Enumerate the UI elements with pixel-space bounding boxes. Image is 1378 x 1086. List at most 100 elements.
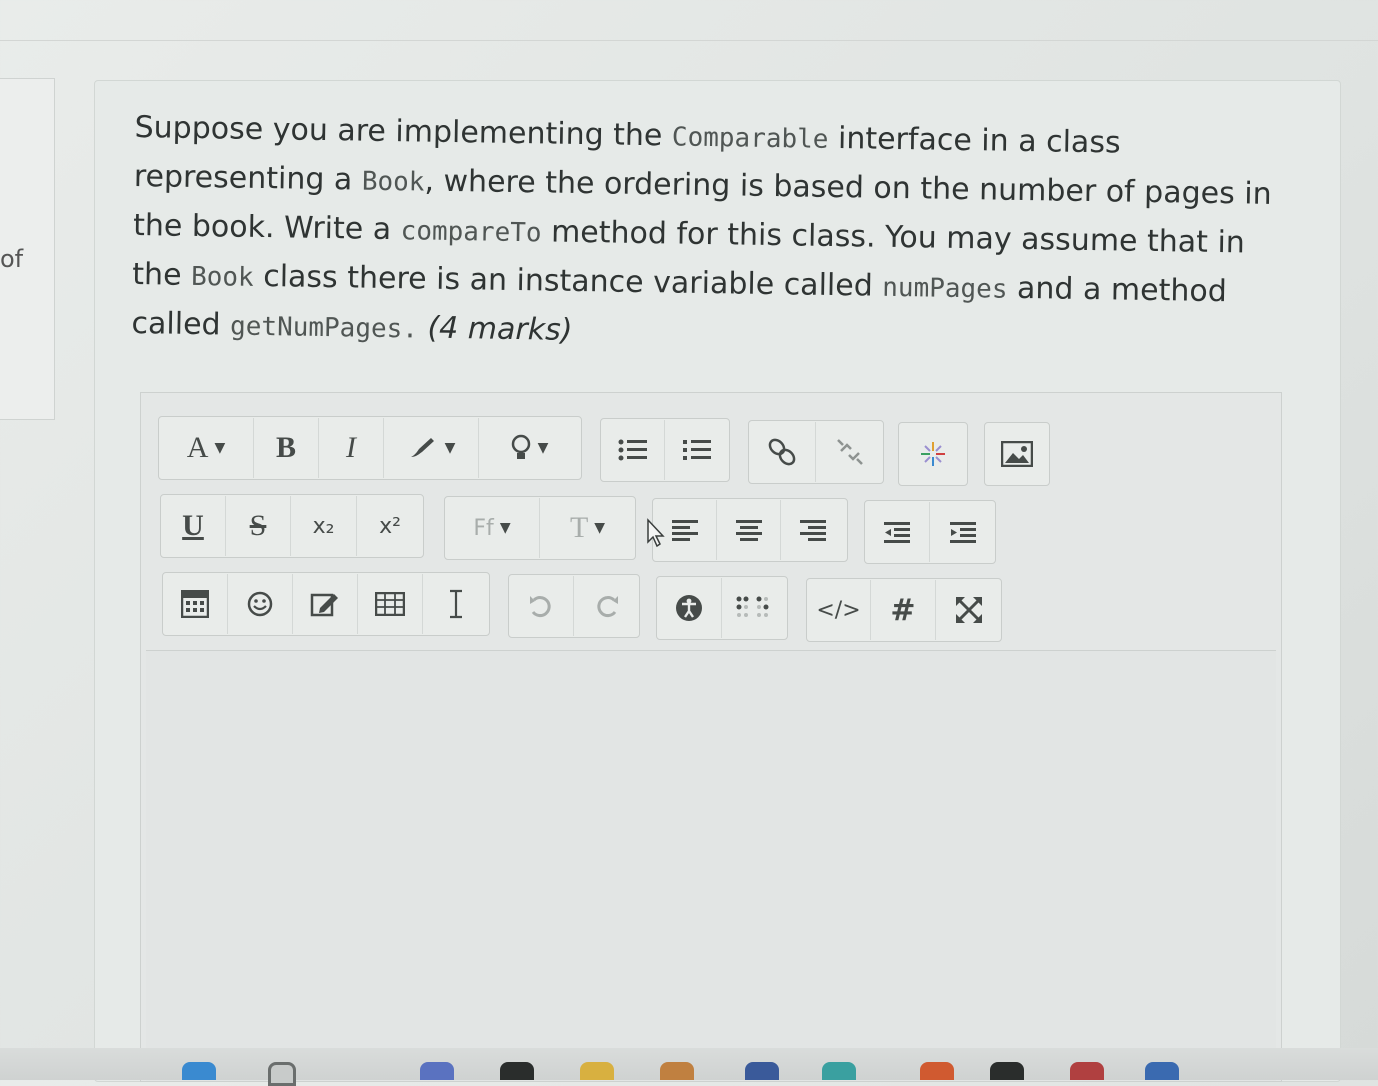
undo-icon	[530, 596, 551, 617]
screenreader-helper-button[interactable]	[722, 578, 787, 638]
accessibility-checker-button[interactable]	[657, 578, 722, 638]
unlink-icon	[836, 439, 863, 465]
taskbar	[0, 1048, 1378, 1086]
q-code-book: Book	[361, 166, 425, 198]
toolbar-group-align	[652, 498, 848, 562]
answer-text-area[interactable]	[146, 650, 1276, 1081]
equation-button[interactable]	[163, 574, 228, 634]
superscript-button[interactable]: x²	[357, 496, 423, 556]
smiley-icon	[247, 591, 273, 617]
taskbar-app-icon[interactable]	[745, 1062, 779, 1080]
html-button[interactable]: </>	[807, 580, 871, 640]
chevron-down-icon: ▼	[214, 440, 226, 456]
align-right-button[interactable]	[781, 500, 845, 560]
q-text-5: class there is an instance variable call…	[253, 258, 883, 304]
font-family-label: Ff	[473, 515, 494, 541]
q-code-book-2: Book	[190, 261, 254, 293]
folder-icon[interactable]	[580, 1062, 614, 1080]
question-text: Suppose you are implementing the Compara…	[131, 104, 1295, 367]
underline-button[interactable]: U	[161, 496, 226, 556]
chevron-down-icon: ▼	[537, 440, 549, 456]
subscript-button[interactable]: x₂	[291, 496, 357, 556]
fullscreen-icon	[955, 597, 982, 623]
outdent-button[interactable]	[865, 502, 930, 562]
table-icon	[375, 592, 405, 616]
link-button[interactable]	[749, 422, 816, 482]
emoticon-button[interactable]	[228, 574, 293, 634]
windows-start-icon[interactable]	[182, 1062, 216, 1080]
taskbar-app-icon[interactable]	[1070, 1062, 1104, 1080]
taskbar-app-icon[interactable]	[920, 1062, 954, 1080]
link-icon	[768, 438, 796, 466]
taskbar-app-icon[interactable]	[660, 1062, 694, 1080]
left-fragment-text: of	[0, 245, 24, 273]
align-right-icon	[800, 520, 826, 541]
align-left-icon	[671, 520, 698, 541]
q-code-comparable: Comparable	[671, 122, 829, 155]
q-code-numpages: numPages	[882, 272, 1008, 305]
redo-icon	[596, 596, 618, 617]
numbered-list-icon	[683, 440, 711, 460]
outdent-icon	[884, 522, 910, 543]
toolbar-group-insert	[162, 572, 490, 636]
bold-button[interactable]: B	[254, 418, 319, 478]
q-code-compareto: compareTo	[400, 216, 542, 249]
highlight-button[interactable]: ▼	[384, 418, 479, 478]
font-size-button[interactable]: T ▼	[540, 498, 635, 558]
toolbar-group-indent	[864, 500, 996, 564]
hashtag-button[interactable]: #	[871, 580, 936, 640]
toolbar-group-tools: </> #	[806, 578, 1002, 642]
toolbar-group-format: U S x₂ x²	[160, 494, 424, 558]
taskbar-app-icon[interactable]	[1145, 1062, 1179, 1080]
strikethrough-button[interactable]: S	[226, 496, 291, 556]
lightbulb-icon	[511, 434, 530, 459]
chevron-down-icon: ▼	[444, 440, 456, 456]
font-size-label: T	[569, 511, 589, 544]
align-center-button[interactable]	[717, 500, 781, 560]
taskbar-app-icon[interactable]	[822, 1062, 856, 1080]
image-icon	[1001, 441, 1033, 467]
toolbar-group-image	[984, 422, 1050, 486]
toolbar-group-history	[508, 574, 640, 638]
fullscreen-button[interactable]	[936, 580, 1001, 640]
q-marks: (4 marks)	[417, 310, 573, 348]
chevron-down-icon: ▼	[499, 520, 511, 536]
sparkle-icon	[921, 442, 945, 466]
unlink-button[interactable]	[816, 422, 883, 482]
toolbar-group-style: A ▼ B I ▼ ▼	[158, 416, 582, 480]
special-char-button[interactable]	[899, 424, 967, 484]
indent-button[interactable]	[930, 502, 995, 562]
clear-formatting-button[interactable]	[423, 574, 489, 634]
italic-button[interactable]: I	[319, 418, 384, 478]
lightbulb-button[interactable]: ▼	[479, 418, 579, 478]
undo-button[interactable]	[509, 576, 574, 636]
taskbar-app-icon[interactable]	[420, 1062, 454, 1080]
bullet-list-button[interactable]	[601, 420, 665, 480]
redo-button[interactable]	[574, 576, 639, 636]
search-icon[interactable]	[268, 1062, 296, 1086]
align-center-icon	[735, 520, 762, 541]
calculator-icon	[181, 590, 209, 618]
table-button[interactable]	[358, 574, 423, 634]
taskbar-app-icon[interactable]	[500, 1062, 534, 1080]
indent-icon	[949, 522, 976, 543]
mouse-pointer-icon	[647, 518, 665, 548]
font-color-label: A	[186, 431, 209, 464]
image-button[interactable]	[985, 424, 1049, 484]
toolbar-group-accessibility	[656, 576, 788, 640]
accessibility-icon	[676, 595, 702, 621]
font-color-button[interactable]: A ▼	[159, 418, 254, 478]
q-text-1: Suppose you are implementing the	[134, 109, 673, 154]
font-family-button[interactable]: Ff ▼	[445, 498, 540, 558]
numbered-list-button[interactable]	[665, 420, 729, 480]
toolbar-group-links	[748, 420, 884, 484]
bullet-list-icon	[618, 439, 647, 461]
toolbar-group-special	[898, 422, 968, 486]
edit-icon	[310, 593, 338, 617]
text-cursor-icon	[450, 589, 462, 619]
braille-icon	[736, 596, 768, 617]
edit-button[interactable]	[293, 574, 358, 634]
taskbar-app-icon[interactable]	[990, 1062, 1024, 1080]
q-code-getnumpages: getNumPages.	[229, 311, 419, 345]
toolbar-group-lists	[600, 418, 730, 482]
